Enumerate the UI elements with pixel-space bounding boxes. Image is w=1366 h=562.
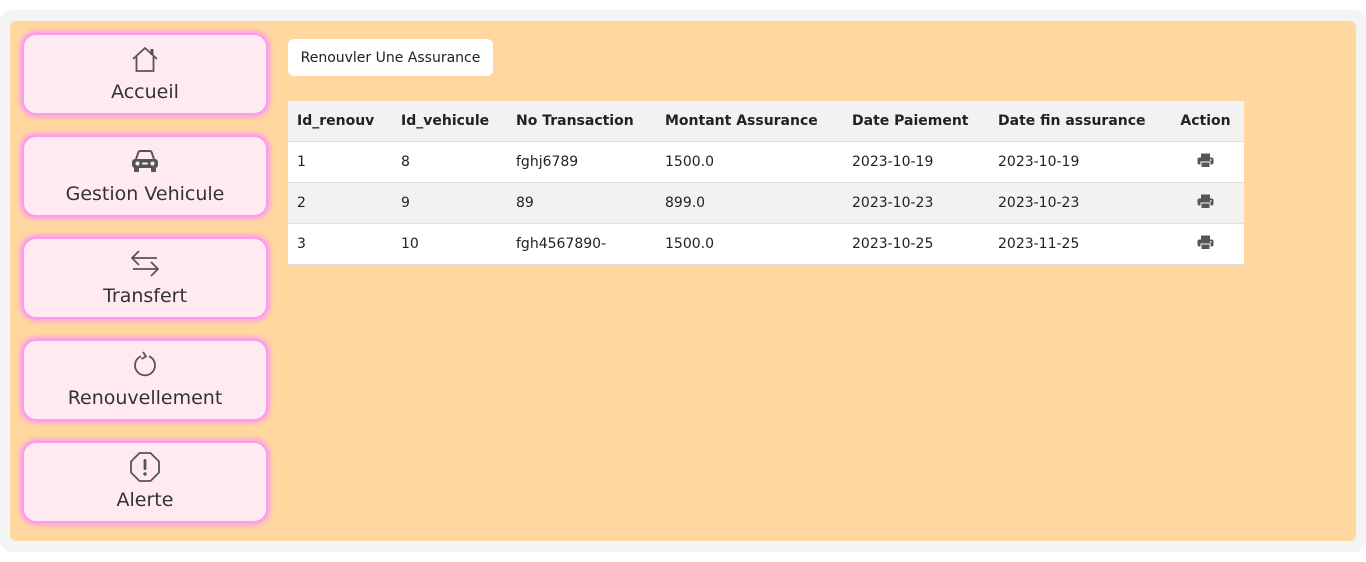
print-icon[interactable] [1197, 194, 1214, 213]
cell-montant: 899.0 [656, 182, 843, 224]
cell-date-fin: 2023-11-25 [989, 223, 1167, 265]
table-row: 3 10 fgh4567890- 1500.0 2023-10-25 2023-… [288, 223, 1244, 265]
cell-no-transaction: 89 [507, 182, 656, 224]
table-row: 2 9 89 899.0 2023-10-23 2023-10-23 [288, 182, 1244, 224]
column-header: Id_renouv [288, 101, 392, 142]
cell-action [1167, 223, 1244, 265]
sidebar-item-label: Accueil [111, 81, 179, 103]
car-icon [24, 146, 266, 176]
cell-date-fin: 2023-10-23 [989, 182, 1167, 224]
sidebar-item-label: Gestion Vehicule [65, 183, 225, 205]
sidebar-item-label: Renouvellement [67, 387, 223, 409]
print-icon[interactable] [1197, 235, 1214, 254]
refresh-icon [24, 350, 266, 380]
column-header: Date Paiement [843, 101, 989, 142]
column-header: Id_vehicule [392, 101, 507, 142]
cell-no-transaction: fgh4567890- [507, 223, 656, 265]
renewal-table: Id_renouv Id_vehicule No Transaction Mon… [288, 101, 1244, 265]
table-header-row: Id_renouv Id_vehicule No Transaction Mon… [288, 101, 1244, 142]
print-icon[interactable] [1197, 153, 1214, 172]
cell-id-renouv: 3 [288, 223, 392, 265]
sidebar-item-transfert[interactable]: Transfert [22, 237, 268, 319]
cell-montant: 1500.0 [656, 141, 843, 183]
sidebar-item-label: Transfert [103, 285, 187, 307]
column-header: Date fin assurance [989, 101, 1167, 142]
cell-id-vehicule: 9 [392, 182, 507, 224]
cell-id-renouv: 1 [288, 141, 392, 183]
cell-id-renouv: 2 [288, 182, 392, 224]
renew-insurance-button[interactable]: Renouvler Une Assurance [288, 39, 493, 76]
cell-date-paiement: 2023-10-25 [843, 223, 989, 265]
column-header: Montant Assurance [656, 101, 843, 142]
sidebar-item-renouvellement[interactable]: Renouvellement [22, 339, 268, 421]
alert-icon [24, 452, 266, 482]
sidebar-item-accueil[interactable]: Accueil [22, 33, 268, 115]
table-row: 1 8 fghj6789 1500.0 2023-10-19 2023-10-1… [288, 141, 1244, 183]
cell-no-transaction: fghj6789 [507, 141, 656, 183]
cell-id-vehicule: 10 [392, 223, 507, 265]
cell-date-paiement: 2023-10-19 [843, 141, 989, 183]
sidebar-item-alerte[interactable]: Alerte [22, 441, 268, 523]
cell-id-vehicule: 8 [392, 141, 507, 183]
column-header: No Transaction [507, 101, 656, 142]
sidebar-item-gestion-vehicule[interactable]: Gestion Vehicule [22, 135, 268, 217]
cell-date-paiement: 2023-10-23 [843, 182, 989, 224]
home-icon [24, 44, 266, 74]
column-header: Action [1167, 101, 1244, 142]
transfer-icon [24, 248, 266, 278]
cell-date-fin: 2023-10-19 [989, 141, 1167, 183]
sidebar-item-label: Alerte [116, 489, 174, 511]
cell-montant: 1500.0 [656, 223, 843, 265]
cell-action [1167, 141, 1244, 183]
cell-action [1167, 182, 1244, 224]
